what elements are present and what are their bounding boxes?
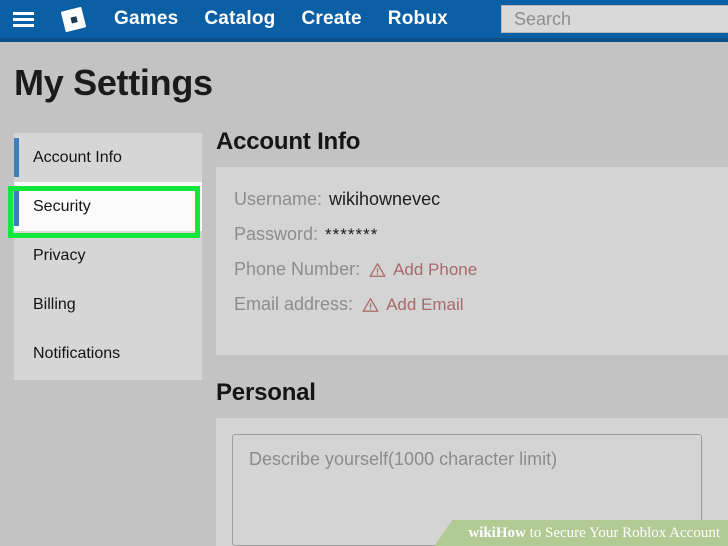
sidebar-item-privacy[interactable]: Privacy xyxy=(14,231,202,280)
main-content: Account Info Username: wikihownevec Pass… xyxy=(216,128,728,546)
account-info-heading: Account Info xyxy=(216,128,361,155)
account-info-panel: Username: wikihownevec Password: *******… xyxy=(216,167,728,355)
phone-number-label: Phone Number: xyxy=(234,259,361,279)
nav-underline xyxy=(0,38,728,42)
sidebar-item-security[interactable]: Security xyxy=(14,182,202,231)
sidebar-item-billing[interactable]: Billing xyxy=(14,280,202,329)
search-input[interactable]: Search xyxy=(501,5,728,33)
account-row-phone: Phone Number: Add Phone xyxy=(234,259,728,280)
page-title: My Settings xyxy=(14,62,213,103)
nav-link-robux[interactable]: Robux xyxy=(388,8,448,30)
add-email-button[interactable]: Add Email xyxy=(362,294,464,315)
nav-link-catalog[interactable]: Catalog xyxy=(204,8,275,30)
hamburger-menu-icon[interactable] xyxy=(6,0,40,38)
nav-links: Games Catalog Create Robux xyxy=(114,8,448,30)
password-value: ******* xyxy=(325,224,379,244)
hamburger-bar xyxy=(12,17,34,21)
nav-link-games[interactable]: Games xyxy=(114,8,178,30)
roblox-logo-icon[interactable] xyxy=(54,0,92,38)
roblox-logo-pip xyxy=(69,15,77,23)
warning-triangle-icon xyxy=(362,297,379,312)
sidebar-item-label: Notifications xyxy=(33,344,121,362)
account-row-email: Email address: Add Email xyxy=(234,294,728,315)
sidebar-item-notifications[interactable]: Notifications xyxy=(14,329,202,378)
account-row-username: Username: wikihownevec xyxy=(234,189,728,210)
sidebar-item-label: Privacy xyxy=(33,246,86,264)
username-value: wikihownevec xyxy=(329,189,441,209)
sidebar-item-account-info[interactable]: Account Info xyxy=(14,133,202,182)
roblox-logo-tile xyxy=(60,6,86,32)
watermark-suffix: to Secure Your Roblox Account xyxy=(525,524,720,541)
warning-triangle-icon xyxy=(369,262,386,277)
email-address-label: Email address: xyxy=(234,294,354,314)
password-label: Password: xyxy=(234,224,319,244)
top-navigation-bar: Games Catalog Create Robux Search xyxy=(0,0,728,38)
add-phone-label: Add Phone xyxy=(393,259,478,279)
sidebar-accent-bar xyxy=(14,138,19,177)
account-row-password: Password: ******* xyxy=(234,224,728,245)
watermark-text: wikiHow to Secure Your Roblox Account xyxy=(468,525,720,542)
sidebar-accent-bar xyxy=(14,187,19,226)
sidebar-item-label: Security xyxy=(33,197,91,215)
hamburger-bar xyxy=(12,11,34,15)
add-email-label: Add Email xyxy=(386,294,464,314)
sidebar-item-label: Billing xyxy=(33,295,76,313)
hamburger-bar xyxy=(12,23,34,27)
describe-placeholder: Describe yourself(1000 character limit) xyxy=(249,449,558,469)
search-placeholder: Search xyxy=(514,8,572,29)
add-phone-button[interactable]: Add Phone xyxy=(369,260,477,280)
nav-link-create[interactable]: Create xyxy=(301,8,361,30)
app-screen: Games Catalog Create Robux Search My Set… xyxy=(0,0,728,546)
personal-heading: Personal xyxy=(216,379,316,406)
watermark-brand: wikiHow xyxy=(468,524,526,541)
sidebar-item-label: Account Info xyxy=(33,148,122,166)
username-label: Username: xyxy=(234,189,323,209)
wikihow-watermark: wikiHow to Secure Your Roblox Account xyxy=(434,520,728,546)
settings-sidebar: Account Info Security Privacy Billing No… xyxy=(14,133,202,380)
